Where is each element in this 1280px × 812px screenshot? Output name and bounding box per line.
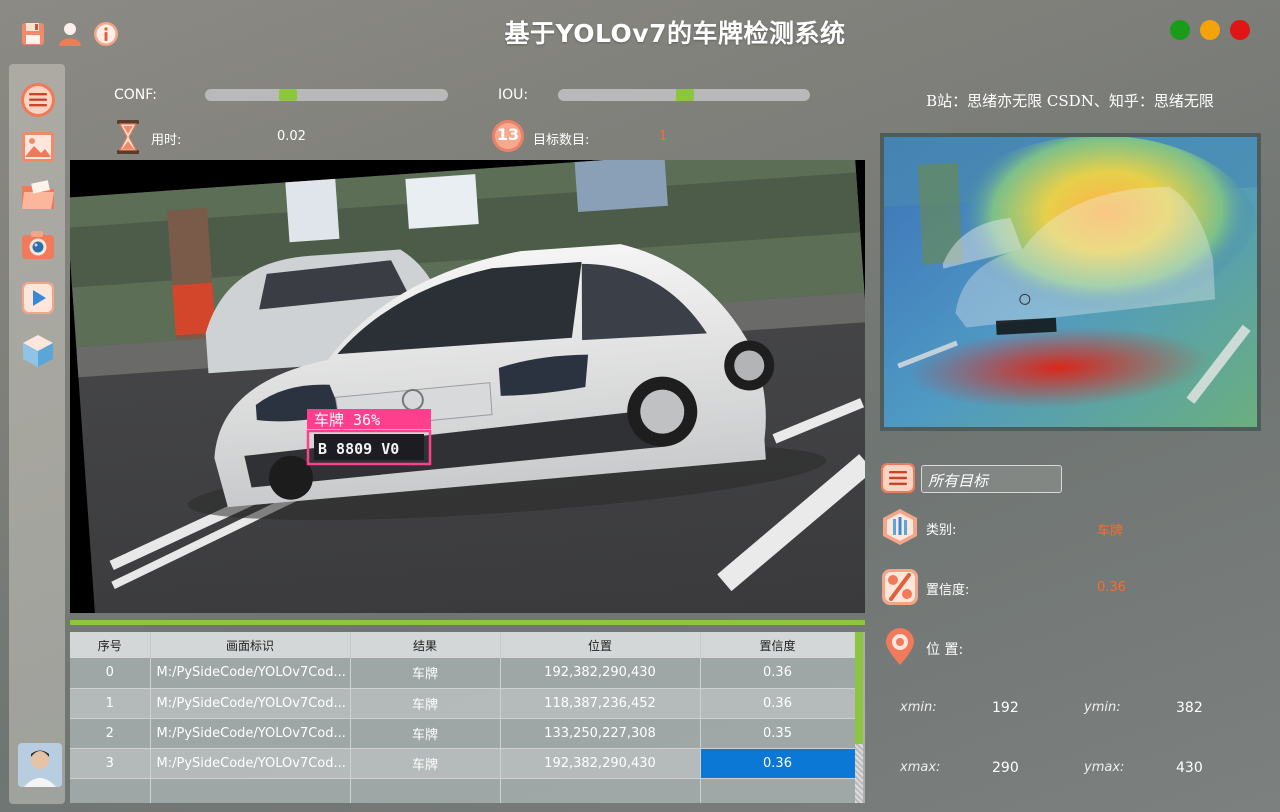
plate-text: B 8809 V0: [318, 440, 399, 458]
camera-icon[interactable]: [19, 226, 57, 264]
column-header-confidence[interactable]: 置信度: [700, 632, 856, 658]
save-icon[interactable]: [19, 20, 47, 48]
cell-empty: [700, 778, 856, 803]
avatar[interactable]: [18, 743, 62, 787]
count-badge-text: 13: [496, 125, 520, 144]
percent-icon: [880, 567, 920, 607]
window-title: 基于YOLOv7的车牌检测系统: [504, 19, 846, 48]
sidebar: [9, 64, 65, 804]
column-header-position[interactable]: 位置: [500, 632, 701, 658]
confidence-label: 置信度:: [926, 583, 970, 598]
cell-result[interactable]: 车牌: [350, 718, 501, 749]
play-icon[interactable]: [19, 279, 57, 317]
cell-index[interactable]: 1: [70, 688, 151, 719]
ymax-label: ymax:: [1084, 760, 1125, 775]
cell-empty: [150, 778, 351, 803]
cell-source[interactable]: M:/PySideCode/YOLOv7Cod...: [150, 658, 351, 689]
table-row-empty: [70, 778, 856, 803]
position-label: 位 置:: [926, 642, 964, 658]
list-menu-icon[interactable]: [880, 460, 916, 496]
confidence-value: 0.36: [1097, 580, 1126, 595]
ymin-label: ymin:: [1084, 700, 1121, 715]
ymin-value: 382: [1176, 700, 1203, 716]
cell-source[interactable]: M:/PySideCode/YOLOv7Cod...: [150, 688, 351, 719]
user-icon[interactable]: [56, 20, 84, 48]
cell-empty: [350, 778, 501, 803]
close-button[interactable]: [1230, 20, 1250, 40]
time-value: 0.02: [277, 129, 306, 144]
heatmap-image: [884, 137, 1257, 427]
cell-index[interactable]: 2: [70, 718, 151, 749]
table-scroll-thumb[interactable]: [855, 632, 863, 744]
xmax-value: 290: [992, 760, 1019, 776]
cell-confidence-selected[interactable]: 0.36: [700, 748, 856, 779]
menu-icon[interactable]: [19, 81, 57, 119]
conf-slider[interactable]: [205, 89, 448, 101]
table-row[interactable]: 1 M:/PySideCode/YOLOv7Cod... 车牌 118,387,…: [70, 688, 856, 719]
conf-slider-thumb[interactable]: [279, 89, 298, 101]
count-badge-icon: 13: [491, 119, 525, 153]
detection-image: 车牌 36% B 8809 V0: [70, 160, 865, 613]
cell-source[interactable]: M:/PySideCode/YOLOv7Cod...: [150, 748, 351, 779]
time-label: 用时:: [151, 133, 182, 148]
xmin-value: 192: [992, 700, 1019, 716]
cell-result[interactable]: 车牌: [350, 748, 501, 779]
detection-label: 车牌 36%: [314, 411, 380, 429]
column-header-source[interactable]: 画面标识: [150, 632, 351, 658]
folder-icon[interactable]: [19, 177, 57, 215]
cell-empty: [500, 778, 701, 803]
category-icon: [880, 507, 920, 547]
progress-bar: [70, 620, 865, 625]
cell-confidence[interactable]: 0.36: [700, 658, 856, 689]
cell-confidence[interactable]: 0.35: [700, 718, 856, 749]
ymax-value: 430: [1176, 760, 1203, 776]
model-icon[interactable]: [19, 332, 57, 370]
conf-label: CONF:: [114, 87, 157, 103]
image-icon[interactable]: [19, 128, 57, 166]
maximize-button[interactable]: [1170, 20, 1190, 40]
category-label: 类别:: [926, 523, 957, 538]
target-filter-select[interactable]: 所有目标: [921, 465, 1062, 493]
category-value: 车牌: [1097, 524, 1124, 539]
cell-confidence[interactable]: 0.36: [700, 688, 856, 719]
minimize-button[interactable]: [1200, 20, 1220, 40]
count-value: 1: [659, 129, 668, 144]
heatmap-frame: [880, 133, 1261, 431]
cell-source[interactable]: M:/PySideCode/YOLOv7Cod...: [150, 718, 351, 749]
cell-position[interactable]: 118,387,236,452: [500, 688, 701, 719]
xmin-label: xmin:: [900, 700, 937, 715]
location-pin-icon: [880, 627, 920, 667]
xmax-label: xmax:: [900, 760, 941, 775]
table-row[interactable]: 3 M:/PySideCode/YOLOv7Cod... 车牌 192,382,…: [70, 748, 856, 779]
hourglass-icon: [113, 119, 143, 155]
cell-empty: [70, 778, 151, 803]
cell-position[interactable]: 192,382,290,430: [500, 748, 701, 779]
cell-result[interactable]: 车牌: [350, 688, 501, 719]
cell-result[interactable]: 车牌: [350, 658, 501, 689]
iou-slider-thumb[interactable]: [676, 89, 694, 101]
column-header-result[interactable]: 结果: [350, 632, 501, 658]
table-row[interactable]: 2 M:/PySideCode/YOLOv7Cod... 车牌 133,250,…: [70, 718, 856, 749]
cell-position[interactable]: 192,382,290,430: [500, 658, 701, 689]
cell-position[interactable]: 133,250,227,308: [500, 718, 701, 749]
table-row[interactable]: 0 M:/PySideCode/YOLOv7Cod... 车牌 192,382,…: [70, 658, 856, 689]
count-label: 目标数目:: [533, 133, 590, 148]
results-table[interactable]: 序号 画面标识 结果 位置 置信度 0 M:/PySideCode/YOLOv7…: [70, 632, 865, 803]
info-icon[interactable]: [92, 20, 120, 48]
cell-index[interactable]: 0: [70, 658, 151, 689]
cell-index[interactable]: 3: [70, 748, 151, 779]
iou-label: IOU:: [498, 87, 529, 103]
column-header-index[interactable]: 序号: [70, 632, 151, 658]
author-credits: B站：思绪亦无限 CSDN、知乎：思绪无限: [926, 92, 1214, 110]
